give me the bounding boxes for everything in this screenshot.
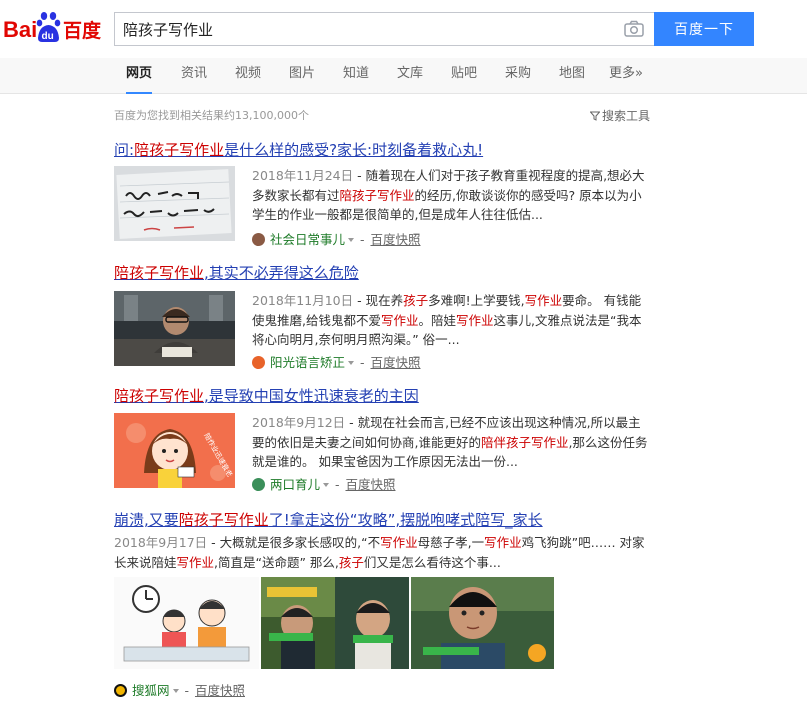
source-name[interactable]: 搜狐网 <box>132 683 170 698</box>
source-name[interactable]: 社会日常事儿 <box>270 232 345 247</box>
tab-tieba[interactable]: 贴吧 <box>451 58 477 94</box>
search-result-4: 崩溃,又要陪孩子写作业了!拿走这份“攻略”,摆脱咆哮式陪写_家长 2018年9月… <box>114 510 659 700</box>
result-source: 两口育儿 - 百度快照 <box>252 474 396 493</box>
source-name[interactable]: 两口育儿 <box>270 477 320 492</box>
source-avatar-icon <box>252 478 265 491</box>
result-image-3[interactable] <box>411 577 554 669</box>
search-input[interactable] <box>115 13 615 45</box>
result-thumbnail[interactable] <box>114 166 235 241</box>
result-count: 百度为您找到相关结果约13,100,000个 <box>114 109 309 122</box>
result-title[interactable]: 崩溃,又要陪孩子写作业了!拿走这份“攻略”,摆脱咆哮式陪写_家长 <box>114 510 659 530</box>
logo-du: du <box>42 31 54 42</box>
result-source: 社会日常事儿 - 百度快照 <box>252 229 421 248</box>
snapshot-link[interactable]: 百度快照 <box>370 355 420 370</box>
result-thumbnail[interactable]: 陪作业迅速衰老 <box>114 413 235 488</box>
camera-icon[interactable] <box>624 20 644 38</box>
dropdown-caret-icon[interactable] <box>348 238 355 242</box>
search-box <box>114 12 654 46</box>
source-avatar-icon <box>252 233 265 246</box>
tab-wenku[interactable]: 文库 <box>397 58 423 94</box>
result-source: 阳光语言矫正 - 百度快照 <box>252 352 421 371</box>
tab-video[interactable]: 视频 <box>235 58 261 94</box>
tab-web[interactable]: 网页 <box>126 58 153 94</box>
result-image-2[interactable] <box>261 577 409 669</box>
source-name[interactable]: 阳光语言矫正 <box>270 355 345 370</box>
search-tools-label: 搜索工具 <box>602 109 651 123</box>
tab-zhidao[interactable]: 知道 <box>343 58 369 94</box>
search-button[interactable]: 百度一下 <box>654 12 754 46</box>
result-abstract: 2018年9月12日 - 就现在社会而言,已经不应该出现这种情况,所以最主要的依… <box>252 415 648 469</box>
search-result-1: 问:陪孩子写作业是什么样的感受?家长:时刻备着救心丸! 2018年11月24日 … <box>114 140 659 252</box>
result-abstract: 2018年9月17日 - 大概就是很多家长感叹的,“不写作业母慈子孝,一写作业鸡… <box>114 535 645 570</box>
result-abstract: 2018年11月10日 - 现在养孩子多难啊!上学要钱,写作业要命。 有钱能使鬼… <box>252 293 642 347</box>
tab-more[interactable]: 更多» <box>609 58 643 94</box>
vertical-tabs: 网页 资讯 视频 图片 知道 文库 贴吧 采购 地图 更多» <box>0 58 807 94</box>
dropdown-caret-icon[interactable] <box>348 361 355 365</box>
tab-purchase[interactable]: 采购 <box>505 58 531 94</box>
dropdown-caret-icon[interactable] <box>172 689 179 693</box>
baidu-logo[interactable]: Bai du 百度 <box>3 8 107 48</box>
filter-icon <box>589 110 601 121</box>
result-source: 搜狐网 - 百度快照 <box>114 680 245 699</box>
snapshot-link[interactable]: 百度快照 <box>345 477 395 492</box>
tab-news[interactable]: 资讯 <box>181 58 207 94</box>
result-title[interactable]: 陪孩子写作业,是导致中国女性迅速衰老的主因 <box>114 386 659 406</box>
search-tools[interactable]: 搜索工具 <box>589 107 651 124</box>
logo-chinese: 百度 <box>63 19 102 42</box>
result-title[interactable]: 陪孩子写作业,其实不必弄得这么危险 <box>114 263 659 283</box>
result-title[interactable]: 问:陪孩子写作业是什么样的感受?家长:时刻备着救心丸! <box>114 140 659 160</box>
snapshot-link[interactable]: 百度快照 <box>195 683 245 698</box>
tab-images[interactable]: 图片 <box>289 58 315 94</box>
snapshot-link[interactable]: 百度快照 <box>370 232 420 247</box>
result-image-1[interactable] <box>114 577 259 669</box>
logo-letters: Bai <box>3 17 37 42</box>
search-result-2: 陪孩子写作业,其实不必弄得这么危险 2018年11月10日 - 现在养孩子多难啊… <box>114 263 659 375</box>
result-abstract: 2018年11月24日 - 随着现在人们对于孩子教育重视程度的提高,想必大多数家… <box>252 168 645 222</box>
search-result-3: 陪孩子写作业,是导致中国女性迅速衰老的主因 陪作业迅速衰老 2018年9月12日… <box>114 386 659 498</box>
result-thumbnail[interactable] <box>114 291 235 366</box>
source-avatar-icon <box>252 356 265 369</box>
header: Bai du 百度 百度一下 <box>0 0 807 58</box>
sohu-logo-icon <box>114 684 127 697</box>
dropdown-caret-icon[interactable] <box>323 483 330 487</box>
tab-map[interactable]: 地图 <box>559 58 585 94</box>
